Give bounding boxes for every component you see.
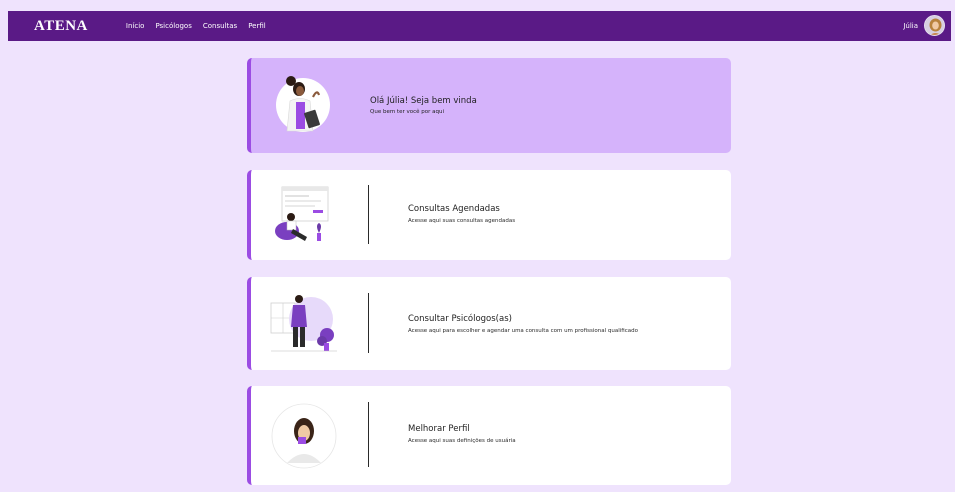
doctor-illustration xyxy=(273,71,331,137)
card-consultar-psicologos[interactable]: Consultar Psicólogos(as) Acesse aqui par… xyxy=(247,277,731,370)
card-title: Melhorar Perfil xyxy=(408,424,470,434)
psychologist-illustration xyxy=(269,291,339,357)
nav-link-consultas[interactable]: Consultas xyxy=(203,22,237,30)
user-menu[interactable]: Júlia xyxy=(903,15,945,36)
avatar[interactable] xyxy=(924,15,945,36)
welcome-text: Olá Júlia! Seja bem vinda Que bem ter vo… xyxy=(370,96,477,115)
card-melhorar-perfil[interactable]: Melhorar Perfil Acesse aqui suas definiç… xyxy=(247,386,731,485)
welcome-subtitle: Que bem ter você por aqui xyxy=(370,109,444,115)
welcome-card: Olá Júlia! Seja bem vinda Que bem ter vo… xyxy=(247,58,731,153)
profile-illustration xyxy=(269,401,339,469)
user-name[interactable]: Júlia xyxy=(903,22,918,30)
nav-link-psicologos[interactable]: Psicólogos xyxy=(155,22,191,30)
card-text: Consultas Agendadas Acesse aqui suas con… xyxy=(408,204,515,224)
card-title: Consultar Psicólogos(as) xyxy=(408,314,512,324)
calendar-illustration xyxy=(269,183,339,249)
card-text: Consultar Psicólogos(as) Acesse aqui par… xyxy=(408,314,638,334)
card-divider xyxy=(368,185,369,244)
welcome-title: Olá Júlia! Seja bem vinda xyxy=(370,96,477,106)
card-divider xyxy=(368,402,369,467)
card-title: Consultas Agendadas xyxy=(408,204,500,214)
top-navbar: ATENA Início Psicólogos Consultas Perfil… xyxy=(8,11,951,41)
nav-link-perfil[interactable]: Perfil xyxy=(248,22,266,30)
card-subtitle: Acesse aqui para escolher e agendar uma … xyxy=(408,328,638,334)
card-text: Melhorar Perfil Acesse aqui suas definiç… xyxy=(408,424,516,444)
brand-logo[interactable]: ATENA xyxy=(34,18,88,35)
card-subtitle: Acesse aqui suas consultas agendadas xyxy=(408,218,516,224)
card-subtitle: Acesse aqui suas definições de usuária xyxy=(408,438,516,444)
nav-link-inicio[interactable]: Início xyxy=(126,22,145,30)
card-consultas-agendadas[interactable]: Consultas Agendadas Acesse aqui suas con… xyxy=(247,170,731,260)
card-divider xyxy=(368,293,369,353)
